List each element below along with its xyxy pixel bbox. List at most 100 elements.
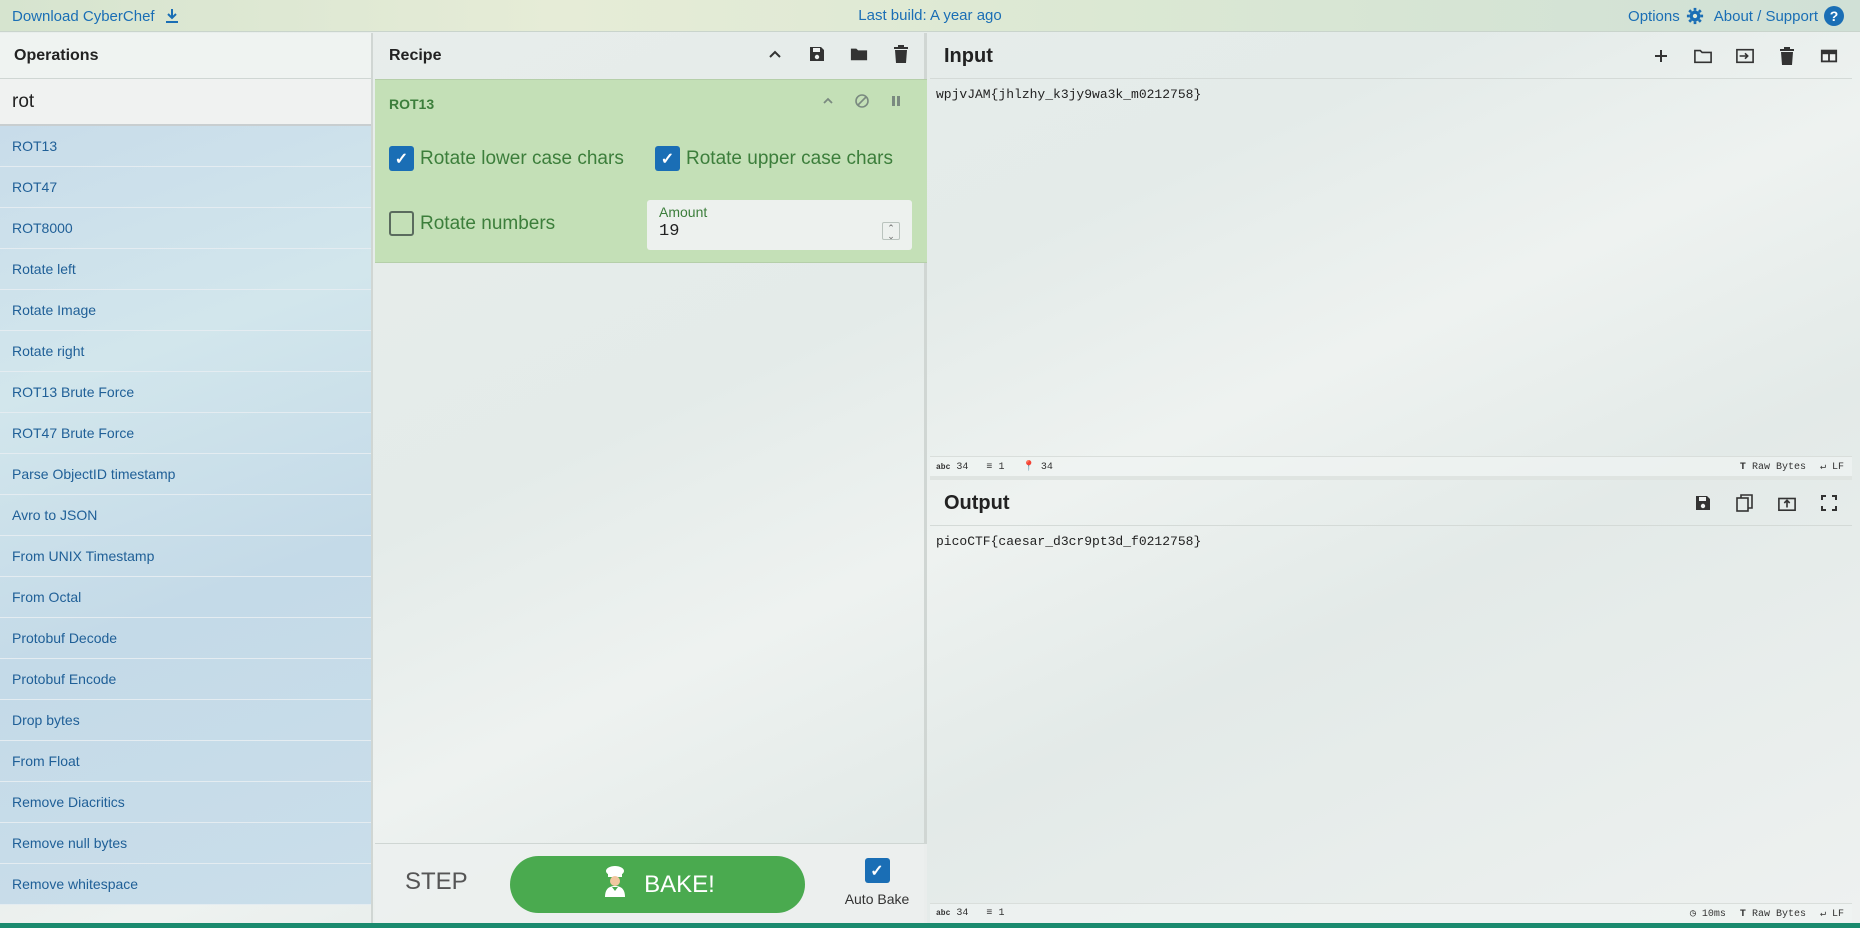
input-title: Input xyxy=(944,45,993,67)
chevron-up-icon[interactable] xyxy=(766,45,784,63)
bake-bar: STEP BAKE! ✓ Auto Bake xyxy=(375,843,927,923)
help-icon[interactable]: ? xyxy=(1824,6,1844,26)
return-icon: ↵ xyxy=(1819,462,1826,473)
lines-indicator: ≡ 1 xyxy=(986,908,1005,919)
layout-icon[interactable] xyxy=(1820,47,1838,65)
checkbox-checked-icon[interactable]: ✓ xyxy=(655,146,680,171)
input-status-bar: abc 34 ≡ 1 📍 34 T Raw Bytes ↵ LF xyxy=(930,456,1852,476)
output-title: Output xyxy=(944,492,1010,514)
op-item-rot8000[interactable]: ROT8000 xyxy=(0,208,371,249)
checkbox-checked-icon[interactable]: ✓ xyxy=(864,858,890,883)
op-item-rot47[interactable]: ROT47 xyxy=(0,167,371,208)
replace-input-icon[interactable] xyxy=(1778,494,1796,512)
trash-icon[interactable] xyxy=(892,45,910,63)
recipe-panel: Recipe ROT13 ✓ Rotate lower case chars ✓ xyxy=(375,33,927,923)
download-link[interactable]: Download CyberChef xyxy=(12,7,181,25)
options-label[interactable]: Options xyxy=(1628,8,1680,25)
op-item-rotate-left[interactable]: Rotate left xyxy=(0,249,371,290)
amount-field[interactable]: Amount 19 ⌃ ⌄ xyxy=(647,200,912,250)
lines-icon: ≡ xyxy=(986,461,993,473)
download-label[interactable]: Download CyberChef xyxy=(12,8,155,25)
op-item-rot13-brute-force[interactable]: ROT13 Brute Force xyxy=(0,372,371,413)
op-item-rot13[interactable]: ROT13 xyxy=(0,126,371,167)
folder-icon[interactable] xyxy=(850,45,868,63)
input-text[interactable]: wpjvJAM{jhlzhy_k3jy9wa3k_m0212758} xyxy=(930,79,1852,110)
output-text[interactable]: picoCTF{caesar_d3cr9pt3d_f0212758} xyxy=(930,526,1852,557)
disable-icon[interactable] xyxy=(853,92,871,110)
gear-icon[interactable] xyxy=(1686,7,1704,25)
rotate-upper-checkbox[interactable]: ✓ Rotate upper case chars xyxy=(655,146,893,171)
open-file-icon[interactable] xyxy=(1736,47,1754,65)
folder-open-icon[interactable] xyxy=(1694,47,1712,65)
bake-label[interactable]: BAKE! xyxy=(644,871,715,899)
pause-icon[interactable] xyxy=(887,92,905,110)
bake-button[interactable]: BAKE! xyxy=(510,856,805,913)
op-item-remove-whitespace[interactable]: Remove whitespace xyxy=(0,864,371,905)
length-indicator: abc 34 xyxy=(936,461,969,473)
op-item-protobuf-encode[interactable]: Protobuf Encode xyxy=(0,659,371,700)
spinner-icon[interactable]: ⌃ ⌄ xyxy=(882,222,900,241)
op-item-rotate-right[interactable]: Rotate right xyxy=(0,331,371,372)
text-format-icon: T xyxy=(1739,908,1746,920)
save-icon[interactable] xyxy=(808,45,826,63)
rotate-lower-label: Rotate lower case chars xyxy=(420,147,624,169)
position-indicator: 📍 34 xyxy=(1022,461,1053,474)
about-support-button[interactable]: About / Support ? xyxy=(1714,6,1844,26)
bake-time-indicator: ◷ 10ms xyxy=(1689,908,1726,921)
op-item-avro-to-json[interactable]: Avro to JSON xyxy=(0,495,371,536)
chevron-up-icon[interactable] xyxy=(819,92,837,110)
input-header: Input xyxy=(930,33,1852,79)
op-item-drop-bytes[interactable]: Drop bytes xyxy=(0,700,371,741)
checkbox-checked-icon[interactable]: ✓ xyxy=(389,146,414,171)
window-bottom-border xyxy=(0,923,1860,928)
lines-icon: ≡ xyxy=(986,908,993,919)
download-icon[interactable] xyxy=(163,7,181,25)
options-button[interactable]: Options xyxy=(1628,7,1704,25)
op-item-parse-objectid[interactable]: Parse ObjectID timestamp xyxy=(0,454,371,495)
rotate-lower-checkbox[interactable]: ✓ Rotate lower case chars xyxy=(389,146,624,171)
last-build-text: Last build: A year ago xyxy=(858,7,1002,24)
lines-indicator: ≡ 1 xyxy=(986,461,1005,473)
length-indicator: abc 34 xyxy=(936,908,969,919)
op-item-protobuf-decode[interactable]: Protobuf Decode xyxy=(0,618,371,659)
output-panel: Output picoCTF{caesar_d3cr9pt3d_f0212758… xyxy=(930,480,1852,923)
op-item-rotate-image[interactable]: Rotate Image xyxy=(0,290,371,331)
maximize-icon[interactable] xyxy=(1820,494,1838,512)
operations-search[interactable] xyxy=(0,79,371,126)
eol-selector[interactable]: ↵ LF xyxy=(1819,908,1844,921)
op-item-from-float[interactable]: From Float xyxy=(0,741,371,782)
op-item-remove-null-bytes[interactable]: Remove null bytes xyxy=(0,823,371,864)
about-label[interactable]: About / Support xyxy=(1714,8,1818,25)
operations-panel: Operations ROT13 ROT47 ROT8000 Rotate le… xyxy=(0,33,373,923)
op-item-from-unix-timestamp[interactable]: From UNIX Timestamp xyxy=(0,536,371,577)
checkbox-unchecked-icon[interactable] xyxy=(389,211,414,236)
operations-title: Operations xyxy=(0,33,371,79)
search-input[interactable] xyxy=(0,79,371,124)
output-status-bar: abc 34 ≡ 1 ◷ 10ms T Raw Bytes ↵ LF xyxy=(930,903,1852,923)
rotate-numbers-checkbox[interactable]: Rotate numbers xyxy=(389,211,555,236)
operations-list: ROT13 ROT47 ROT8000 Rotate left Rotate I… xyxy=(0,126,371,905)
amount-value[interactable]: 19 xyxy=(659,222,679,241)
encoding-selector[interactable]: T Raw Bytes xyxy=(1740,461,1806,473)
eol-selector[interactable]: ↵ LF xyxy=(1819,461,1844,474)
rotate-numbers-label: Rotate numbers xyxy=(420,212,556,234)
input-panel: Input wpjvJAM{jhlzhy_k3jy9wa3k_m0212758}… xyxy=(930,33,1852,476)
auto-bake-toggle[interactable]: ✓ Auto Bake xyxy=(837,858,917,907)
encoding-selector[interactable]: T Raw Bytes xyxy=(1740,908,1806,920)
trash-icon[interactable] xyxy=(1778,47,1796,65)
save-icon[interactable] xyxy=(1694,494,1712,512)
copy-icon[interactable] xyxy=(1736,494,1754,512)
step-button[interactable]: STEP xyxy=(405,868,468,896)
clock-icon: ◷ xyxy=(1689,909,1696,920)
op-item-rot47-brute-force[interactable]: ROT47 Brute Force xyxy=(0,413,371,454)
op-item-from-octal[interactable]: From Octal xyxy=(0,577,371,618)
abc-icon: abc xyxy=(936,462,951,472)
chef-icon xyxy=(600,865,630,904)
recipe-title: Recipe xyxy=(389,47,442,64)
recipe-header: Recipe xyxy=(375,33,924,79)
plus-icon[interactable] xyxy=(1652,47,1670,65)
text-format-icon: T xyxy=(1739,461,1746,473)
op-item-remove-diacritics[interactable]: Remove Diacritics xyxy=(0,782,371,823)
rotate-upper-label: Rotate upper case chars xyxy=(686,147,894,169)
return-icon: ↵ xyxy=(1819,909,1826,920)
